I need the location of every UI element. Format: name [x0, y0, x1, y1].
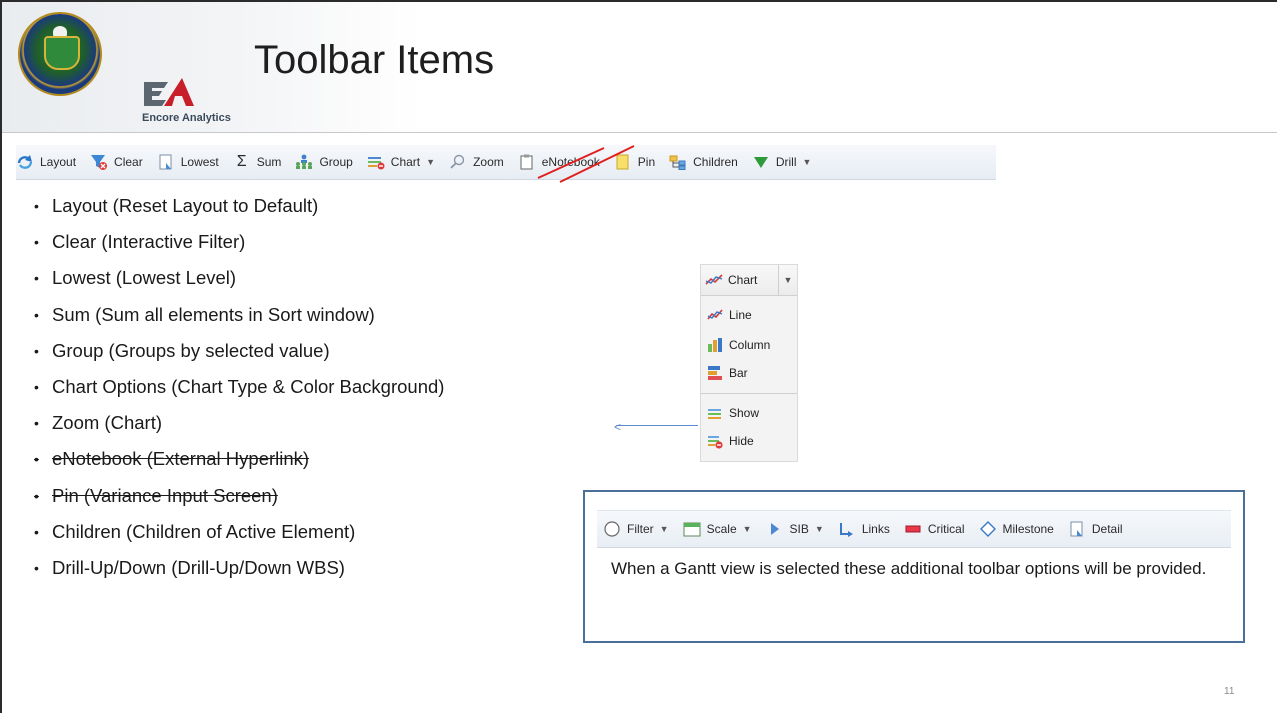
menu-item-column[interactable]: Column [707, 337, 770, 353]
header-divider [2, 132, 1277, 133]
group-button[interactable]: Group [295, 154, 353, 170]
menu-item-bar[interactable]: Bar [707, 365, 748, 381]
drill-button[interactable]: Drill ▼ [752, 154, 812, 170]
filter-button[interactable]: Filter ▼ [603, 521, 669, 537]
list-item: • Children (Children of Active Element) [34, 520, 356, 542]
circle-icon [603, 521, 621, 537]
milestone-button[interactable]: Milestone [979, 521, 1054, 537]
list-item-struck: • eNotebook (External Hyperlink) [34, 448, 310, 470]
pin-button[interactable]: Pin [559, 145, 656, 183]
pin-label: Pin [637, 155, 656, 169]
brand-name: Encore Analytics [142, 112, 231, 124]
list-item: • Layout (Reset Layout to Default) [34, 195, 319, 216]
gantt-toolbar: Filter ▼ Scale ▼ SIB ▼ Links Critical Mi… [597, 510, 1231, 548]
main-toolbar: Layout Clear Lowest Σ Sum Group Chart ▼ … [16, 145, 996, 183]
bar-chart-icon [707, 365, 723, 381]
ea-mark-icon [144, 78, 194, 106]
layout-label: Layout [40, 155, 77, 169]
chart-label: Chart [390, 155, 421, 169]
chart-menu-header[interactable]: Chart ▼ [701, 265, 797, 296]
gantt-description: When a Gantt view is selected these addi… [611, 559, 1207, 578]
chart-button[interactable]: Chart ▼ [367, 154, 435, 170]
drill-down-icon [752, 154, 770, 170]
links-button[interactable]: Links [838, 521, 890, 537]
column-chart-icon [707, 337, 723, 353]
detail-button[interactable]: Detail [1068, 521, 1123, 537]
clipboard-icon [518, 154, 536, 170]
line-chart-icon [705, 273, 723, 287]
list-item: • Clear (Interactive Filter) [34, 231, 246, 253]
encore-analytics-logo: Encore Analytics [142, 74, 232, 134]
chart-menu-title: Chart [728, 273, 758, 287]
lowest-button[interactable]: Lowest [157, 154, 219, 170]
line-chart-icon [707, 307, 723, 323]
menu-item-show[interactable]: Show [707, 405, 759, 421]
sum-label: Sum [256, 155, 282, 169]
sib-button[interactable]: SIB ▼ [766, 521, 824, 537]
magnifier-icon [449, 154, 467, 170]
list-item: • Chart Options (Chart Type & Color Backg… [34, 376, 445, 398]
document-icon [1068, 521, 1086, 537]
critical-bar-icon [904, 521, 922, 537]
header: Encore Analytics Toolbar Items [2, 2, 1277, 132]
diamond-icon [979, 521, 997, 537]
chevron-down-icon[interactable]: ▼ [426, 157, 435, 167]
lowest-label: Lowest [180, 155, 219, 169]
menu-item-hide[interactable]: Hide [707, 433, 754, 449]
list-item-struck: • Pin (Variance Input Screen) [34, 484, 278, 506]
list-item: • Group (Groups by selected value) [34, 339, 330, 361]
chevron-down-icon[interactable]: ▼ [803, 157, 812, 167]
clear-filter-icon [90, 154, 108, 170]
sigma-icon: Σ [236, 153, 247, 170]
page-title: Toolbar Items [254, 38, 495, 82]
children-icon [669, 154, 687, 170]
show-bars-icon [707, 405, 723, 421]
chart-dropdown-menu: Chart ▼ Line Column Bar Show Hide [700, 264, 798, 462]
menu-divider [701, 393, 797, 394]
slide: Encore Analytics Toolbar Items Layout Cl… [0, 0, 1277, 713]
children-button[interactable]: Children [669, 154, 738, 170]
scale-button[interactable]: Scale ▼ [683, 521, 752, 537]
group-icon [295, 154, 313, 170]
bullet-list: • Layout (Reset Layout to Default) • Clear… [34, 188, 444, 586]
sum-button[interactable]: Σ Sum [233, 154, 282, 170]
chevron-down-icon[interactable]: ▼ [778, 265, 797, 295]
layout-button[interactable]: Layout [16, 154, 76, 170]
gantt-callout: Filter ▼ Scale ▼ SIB ▼ Links Critical Mi… [583, 490, 1245, 643]
hide-bars-icon [707, 433, 723, 449]
list-item: • Drill-Up/Down (Drill-Up/Down WBS) [34, 557, 345, 579]
chevron-down-icon[interactable]: ▼ [815, 524, 824, 534]
list-item: • Sum (Sum all elements in Sort window) [34, 303, 375, 325]
zoom-label: Zoom [473, 155, 504, 169]
drill-label: Drill [775, 155, 797, 169]
menu-item-line[interactable]: Line [707, 307, 752, 323]
group-label: Group [319, 155, 353, 169]
chevron-down-icon[interactable]: ▼ [660, 524, 669, 534]
clear-button[interactable]: Clear [90, 154, 143, 170]
calendar-icon [683, 521, 701, 537]
list-item: • Lowest (Lowest Level) [34, 267, 237, 289]
list-item: • Zoom (Chart) [34, 412, 162, 434]
chevron-down-icon[interactable]: ▼ [743, 524, 752, 534]
strike-mark [559, 145, 635, 183]
clear-label: Clear [114, 155, 143, 169]
children-label: Children [693, 155, 738, 169]
play-icon [766, 521, 784, 537]
arrow-left-icon: < [614, 420, 622, 434]
critical-button[interactable]: Critical [904, 521, 965, 537]
chart-hide-icon [367, 154, 385, 170]
callout-arrow [616, 425, 698, 426]
refresh-icon [16, 154, 34, 170]
document-icon [157, 154, 175, 170]
shield-icon [44, 36, 80, 70]
links-icon [838, 521, 856, 537]
doe-seal-logo [20, 14, 100, 94]
zoom-button[interactable]: Zoom [449, 154, 504, 170]
page-number: 11 [1224, 686, 1235, 697]
